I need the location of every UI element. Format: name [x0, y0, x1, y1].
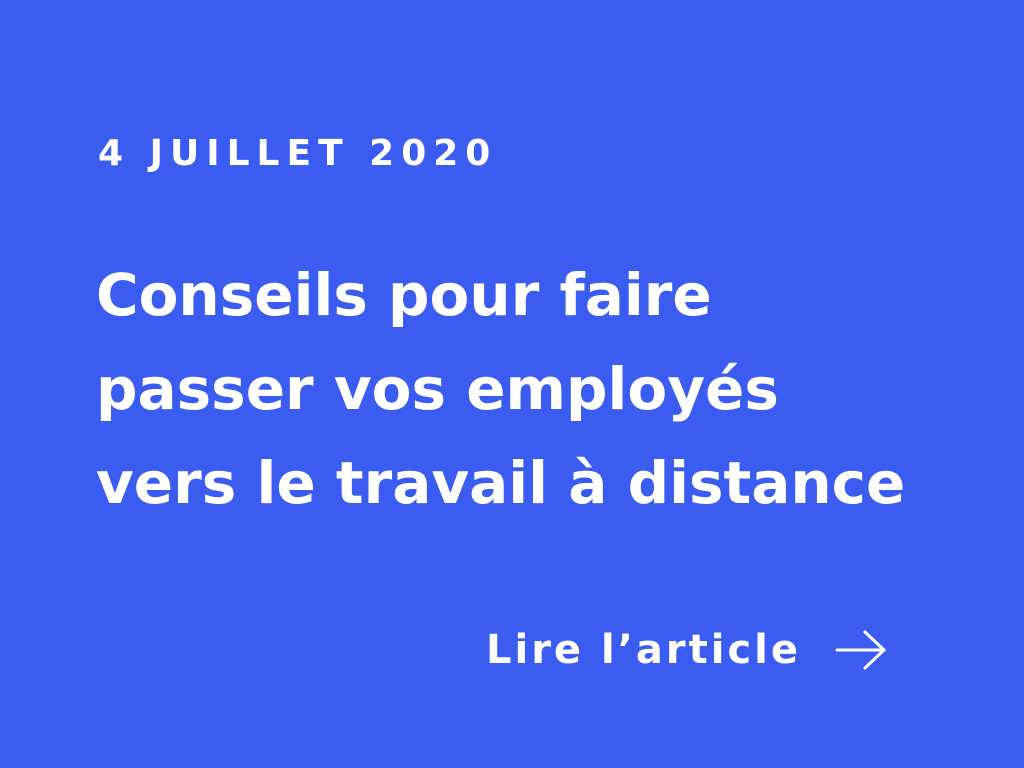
arrow-right-icon: [835, 630, 889, 670]
article-title: Conseils pour faire passer vos employés …: [96, 248, 976, 530]
article-date: 4 JUILLET 2020: [98, 133, 498, 174]
article-title-line: passer vos employés: [96, 355, 779, 423]
read-article-link[interactable]: Lire l’article: [486, 620, 889, 680]
read-article-label: Lire l’article: [486, 627, 801, 673]
article-title-line: vers le travail à distance: [96, 449, 906, 517]
article-card[interactable]: 4 JUILLET 2020 Conseils pour faire passe…: [0, 0, 1024, 768]
article-title-line: Conseils pour faire: [96, 261, 712, 329]
